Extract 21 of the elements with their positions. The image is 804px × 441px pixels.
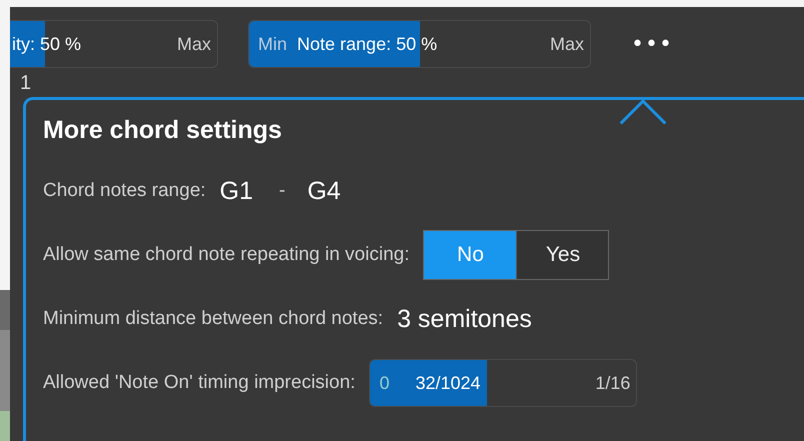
slider-min-label: Min <box>258 34 288 54</box>
note-value[interactable]: G1 <box>220 176 254 206</box>
setting-label: Allow same chord note repeating in voicing: <box>43 244 410 266</box>
more-button[interactable]: ••• <box>625 32 679 56</box>
slider[interactable]: 0 32/1024 1/16 <box>369 359 638 407</box>
slider-value: Note range: 50 % <box>297 34 438 54</box>
note-value[interactable]: G4 <box>307 176 341 206</box>
toggle-option[interactable]: Yes <box>516 231 608 279</box>
setting-label: Allowed 'Note On' timing imprecision: <box>43 372 356 394</box>
setting-value[interactable]: 3 semitones <box>397 304 532 334</box>
setting-label: Chord notes range: <box>43 180 206 202</box>
slider-min-label: 0 <box>379 372 390 394</box>
track-number: 1 <box>20 72 32 95</box>
range-separator: - <box>279 180 286 202</box>
slider-value: 32/1024 <box>415 372 481 394</box>
popup-title: More chord settings <box>43 116 282 145</box>
slider-max-label: Max <box>550 34 584 54</box>
slider-max-label: Max <box>176 34 211 54</box>
slider-max-label: 1/16 <box>595 372 630 394</box>
slider[interactable]: Min Note range: 50 % Max <box>248 20 591 68</box>
setting-label: Minimum distance between chord notes: <box>43 308 384 330</box>
